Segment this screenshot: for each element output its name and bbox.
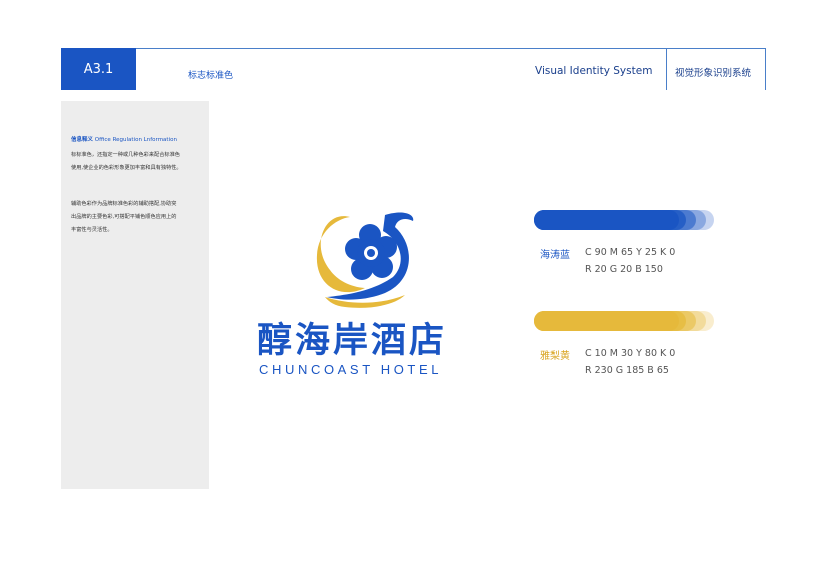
color-name-blue: 海涛蓝 xyxy=(540,250,570,261)
logo-name-en: CHUNCOAST HOTEL xyxy=(259,362,443,377)
sidebar-heading-cn: 信息释义 xyxy=(71,137,94,143)
section-title: 标志标准色 xyxy=(188,71,234,81)
sidebar-paragraph-1: 标标准色，还指定一种或几种色彩来配合标准色 使用,使企业的色彩形象更加丰富和具有… xyxy=(71,149,201,175)
logo-mark xyxy=(316,212,414,308)
header-divider xyxy=(666,48,667,90)
header-rule xyxy=(61,48,766,49)
color-swatch-blue xyxy=(534,210,714,230)
sidebar-heading-en: Office Regulation Lnformation xyxy=(94,137,177,143)
color-swatch-gold xyxy=(534,311,714,331)
system-title-cn: 视觉形象识别系统 xyxy=(675,68,752,79)
paragraph-line: 辅助色彩作为品牌标准色彩的辅助搭配,协助突 xyxy=(71,201,177,207)
cmyk-value: C 10 M 30 Y 80 K 0 xyxy=(585,348,676,359)
sidebar-heading: 信息释义 Office Regulation Lnformation xyxy=(71,135,177,143)
system-title-en: Visual Identity System xyxy=(535,65,653,77)
paragraph-line: 标标准色，还指定一种或几种色彩来配合标准色 xyxy=(71,152,180,158)
header-divider-right xyxy=(765,48,766,90)
color-name-gold: 雅梨黄 xyxy=(540,351,570,362)
logo-name-cn: 醇海岸酒店 xyxy=(257,321,448,361)
section-code-badge: A3.1 xyxy=(61,48,136,90)
paragraph-line: 使用,使企业的色彩形象更加丰富和具有独特性。 xyxy=(71,165,182,171)
paragraph-line: 丰富性与灵活性。 xyxy=(71,227,113,233)
rgb-value: R 20 G 20 B 150 xyxy=(585,264,663,275)
color-values-gold: C 10 M 30 Y 80 K 0 R 230 G 185 B 65 xyxy=(585,345,675,379)
sidebar-paragraph-2: 辅助色彩作为品牌标准色彩的辅助搭配,协助突 出品牌的主要色彩,可搭配平铺色顺色应… xyxy=(71,198,201,237)
cmyk-value: C 90 M 65 Y 25 K 0 xyxy=(585,247,676,258)
color-values-blue: C 90 M 65 Y 25 K 0 R 20 G 20 B 150 xyxy=(585,244,675,278)
rgb-value: R 230 G 185 B 65 xyxy=(585,365,669,376)
paragraph-line: 出品牌的主要色彩,可搭配平铺色顺色应用上的 xyxy=(71,214,177,220)
sidebar-panel: 信息释义 Office Regulation Lnformation 标标准色，… xyxy=(61,101,209,489)
section-code: A3.1 xyxy=(83,61,114,77)
